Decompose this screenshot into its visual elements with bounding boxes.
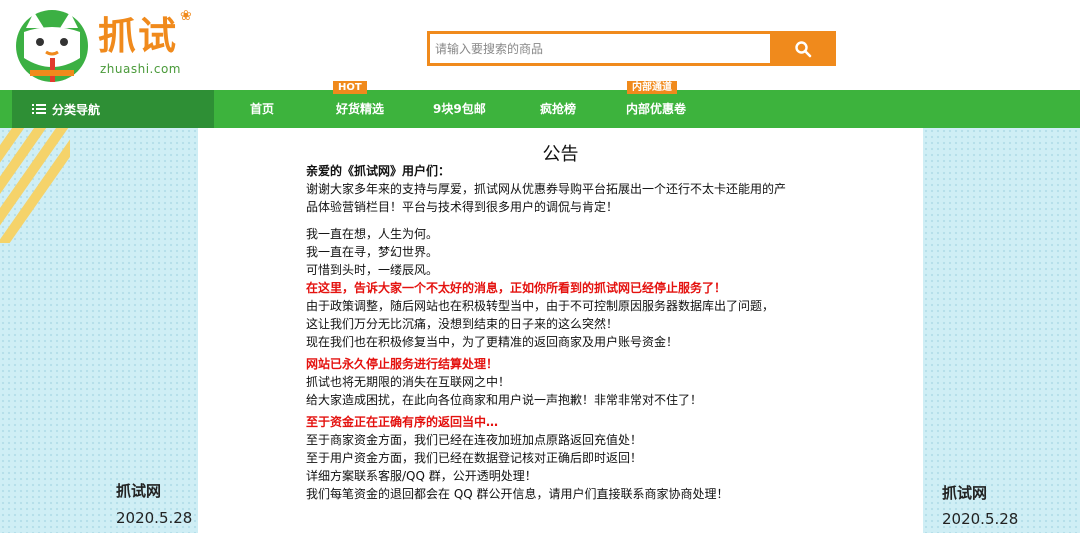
- notice-line: 可惜到头时，一缕辰风。: [306, 263, 439, 277]
- notice-line: 抓试也将无期限的消失在互联网之中！: [306, 375, 511, 389]
- notice-panel: 公告 亲爱的《抓试网》用户们： 谢谢大家多年来的支持与厚爱，抓试网从优惠券导购平…: [198, 128, 923, 533]
- right-signature-date: 2020.5.28: [942, 510, 1019, 528]
- category-nav-button[interactable]: 分类导航: [12, 90, 214, 128]
- main-nav: 分类导航 首页 好货精选 HOT 9块9包邮 疯抢榜 内部优惠卷 内部通道: [0, 81, 1080, 128]
- notice-greeting: 亲爱的《抓试网》用户们：: [306, 164, 451, 178]
- hot-badge: HOT: [333, 81, 367, 94]
- right-signature-name: 抓试网: [942, 484, 988, 502]
- nav-item-featured[interactable]: 好货精选 HOT: [333, 81, 385, 128]
- notice-line: 至于用户资金方面，我们已经在数据登记核对正确后即时返回！: [306, 451, 643, 465]
- left-signature-date: 2020.5.28: [116, 509, 193, 527]
- notice-alert: 在这里，告诉大家一个不太好的消息，正如你所看到的抓试网已经停止服务了！: [306, 281, 727, 295]
- notice-line: 详细方案联系客服/QQ 群，公开透明处理！: [306, 469, 537, 483]
- notice-line: 品体验营销栏目！平台与技术得到很多用户的调侃与肯定！: [306, 200, 619, 214]
- internal-badge: 内部通道: [627, 81, 677, 94]
- notice-line: 我们每笔资金的退回都会在 QQ 群公开信息，请用户们直接联系商家协商处理！: [306, 487, 729, 501]
- notice-line: 我一直在想，人生为何。: [306, 227, 439, 241]
- logo-domain: zhuashi.com: [100, 62, 181, 76]
- nav-item-label: 好货精选: [336, 102, 385, 116]
- list-icon: [32, 104, 46, 114]
- notice-content: 亲爱的《抓试网》用户们： 谢谢大家多年来的支持与厚爱，抓试网从优惠券导购平台拓展…: [306, 162, 826, 503]
- search-box: [427, 31, 770, 66]
- cat-logo-icon[interactable]: [12, 6, 92, 84]
- search-input[interactable]: [430, 34, 770, 63]
- logo-text[interactable]: 抓试: [98, 14, 178, 58]
- notice-line: 至于商家资金方面，我们已经在连夜加班加点原路返回充值处！: [306, 433, 643, 447]
- left-signature-name: 抓试网: [116, 482, 162, 500]
- nav-item-home[interactable]: 首页: [250, 90, 274, 128]
- notice-line: 由于政策调整，随后网站也在积极转型当中，由于不可控制原因服务器数据库出了问题，: [306, 299, 775, 313]
- notice-alert: 至于资金正在正确有序的返回当中…: [306, 415, 499, 429]
- nav-item-ranking[interactable]: 疯抢榜: [540, 90, 576, 128]
- right-background: [923, 128, 1080, 533]
- notice-alert: 网站已永久停止服务进行结算处理！: [306, 357, 499, 371]
- nav-item-label: 内部优惠卷: [626, 102, 687, 116]
- search-button[interactable]: [770, 31, 836, 66]
- nav-item-9-9[interactable]: 9块9包邮: [433, 90, 486, 128]
- nav-item-coupons[interactable]: 内部优惠卷 内部通道: [626, 81, 687, 128]
- search-icon: [795, 40, 812, 57]
- notice-line: 现在我们也在积极修复当中，为了更精准的返回商家及用户账号资金！: [306, 335, 679, 349]
- decorative-stripes: [0, 128, 70, 243]
- paw-icon: ❀: [180, 8, 192, 24]
- notice-line: 给大家造成困扰，在此向各位商家和用户说一声抱歉！非常非常对不住了！: [306, 393, 703, 407]
- site-header: 抓试 ❀ zhuashi.com: [0, 0, 1080, 90]
- notice-line: 我一直在寻，梦幻世界。: [306, 245, 439, 259]
- notice-line: 这让我们万分无比沉痛，没想到结束的日子来的这么突然！: [306, 317, 619, 331]
- notice-line: 谢谢大家多年来的支持与厚爱，抓试网从优惠券导购平台拓展出一个还行不太卡还能用的产: [306, 182, 787, 196]
- category-nav-label: 分类导航: [52, 102, 101, 117]
